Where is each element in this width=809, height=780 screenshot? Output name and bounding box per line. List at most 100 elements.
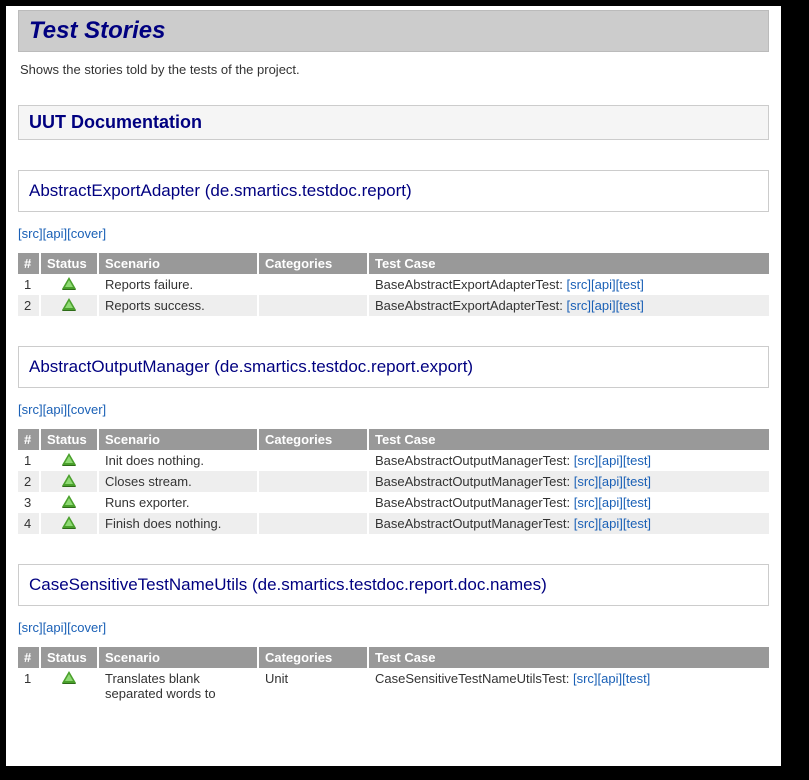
- header-status: Status: [40, 647, 98, 668]
- table-row: 3 Runs exporter. BaseAbstractOutputManager…: [18, 492, 769, 513]
- api-link[interactable]: [api]: [43, 620, 68, 635]
- row-scenario: Closes stream.: [98, 471, 258, 492]
- src-link[interactable]: [src]: [574, 516, 599, 531]
- src-link[interactable]: [src]: [574, 495, 599, 510]
- test-link[interactable]: [test]: [622, 671, 650, 686]
- row-categories: [258, 471, 368, 492]
- header-num: #: [18, 647, 40, 668]
- uut-section: AbstractExportAdapter (de.smartics.testd…: [18, 170, 769, 316]
- table-row: 1Translates blank separated words toUnit…: [18, 668, 769, 704]
- uut-title: CaseSensitiveTestNameUtils (de.smartics.…: [18, 564, 769, 606]
- src-link[interactable]: [src]: [18, 620, 43, 635]
- test-link[interactable]: [test]: [616, 298, 644, 313]
- src-link[interactable]: [src]: [18, 226, 43, 241]
- api-link[interactable]: [api]: [598, 671, 623, 686]
- api-link[interactable]: [api]: [598, 474, 623, 489]
- src-link[interactable]: [src]: [18, 402, 43, 417]
- table-row: 1 Init does nothing. BaseAbstractOutputMan…: [18, 450, 769, 471]
- row-testcase: BaseAbstractExportAdapterTest: [src][api…: [368, 295, 769, 316]
- row-number: 2: [18, 295, 40, 316]
- uut-title: AbstractExportAdapter (de.smartics.testd…: [18, 170, 769, 212]
- test-link[interactable]: [test]: [623, 495, 651, 510]
- row-categories: [258, 450, 368, 471]
- row-testcase: BaseAbstractExportAdapterTest: [src][api…: [368, 274, 769, 295]
- row-testcase: BaseAbstractOutputManagerTest: [src][api…: [368, 492, 769, 513]
- row-number: 1: [18, 450, 40, 471]
- cover-link[interactable]: [cover]: [67, 226, 106, 241]
- api-link[interactable]: [api]: [598, 453, 623, 468]
- header-status: Status: [40, 253, 98, 274]
- cover-link[interactable]: [cover]: [67, 402, 106, 417]
- row-categories: Unit: [258, 668, 368, 704]
- header-categories: Categories: [258, 647, 368, 668]
- testcase-name: BaseAbstractOutputManagerTest:: [375, 516, 574, 531]
- intro-text: Shows the stories told by the tests of t…: [20, 62, 767, 77]
- row-testcase: BaseAbstractOutputManagerTest: [src][api…: [368, 450, 769, 471]
- testcase-name: CaseSensitiveTestNameUtilsTest:: [375, 671, 573, 686]
- header-categories: Categories: [258, 429, 368, 450]
- testcase-name: BaseAbstractExportAdapterTest:: [375, 298, 566, 313]
- row-status: [40, 668, 98, 704]
- api-link[interactable]: [api]: [591, 277, 616, 292]
- header-testcase: Test Case: [368, 429, 769, 450]
- header-num: #: [18, 429, 40, 450]
- pass-icon: [62, 298, 76, 310]
- src-link[interactable]: [src]: [573, 671, 598, 686]
- pass-icon: [62, 277, 76, 289]
- api-link[interactable]: [api]: [591, 298, 616, 313]
- row-scenario: Runs exporter.: [98, 492, 258, 513]
- row-categories: [258, 513, 368, 534]
- header-scenario: Scenario: [98, 429, 258, 450]
- uut-section: AbstractOutputManager (de.smartics.testd…: [18, 346, 769, 534]
- row-testcase: BaseAbstractOutputManagerTest: [src][api…: [368, 471, 769, 492]
- pass-icon: [62, 495, 76, 507]
- row-categories: [258, 295, 368, 316]
- pass-icon: [62, 453, 76, 465]
- header-testcase: Test Case: [368, 647, 769, 668]
- row-scenario: Translates blank separated words to: [98, 668, 258, 704]
- src-link[interactable]: [src]: [566, 298, 591, 313]
- row-number: 2: [18, 471, 40, 492]
- src-link[interactable]: [src]: [566, 277, 591, 292]
- row-scenario: Reports success.: [98, 295, 258, 316]
- testcase-name: BaseAbstractExportAdapterTest:: [375, 277, 566, 292]
- row-testcase: BaseAbstractOutputManagerTest: [src][api…: [368, 513, 769, 534]
- pass-icon: [62, 671, 76, 683]
- row-number: 4: [18, 513, 40, 534]
- testcase-name: BaseAbstractOutputManagerTest:: [375, 453, 574, 468]
- uut-title: AbstractOutputManager (de.smartics.testd…: [18, 346, 769, 388]
- src-link[interactable]: [src]: [574, 474, 599, 489]
- row-number: 3: [18, 492, 40, 513]
- testcase-name: BaseAbstractOutputManagerTest:: [375, 495, 574, 510]
- test-link[interactable]: [test]: [623, 453, 651, 468]
- header-scenario: Scenario: [98, 647, 258, 668]
- api-link[interactable]: [api]: [598, 495, 623, 510]
- table-row: 1 Reports failure. BaseAbstractExportAdapt…: [18, 274, 769, 295]
- header-categories: Categories: [258, 253, 368, 274]
- test-link[interactable]: [test]: [623, 516, 651, 531]
- row-status: [40, 471, 98, 492]
- api-link[interactable]: [api]: [43, 402, 68, 417]
- cover-link[interactable]: [cover]: [67, 620, 106, 635]
- uut-link-row: [src][api][cover]: [18, 620, 769, 635]
- row-status: [40, 274, 98, 295]
- page-container: Test Stories Shows the stories told by t…: [6, 6, 781, 766]
- header-status: Status: [40, 429, 98, 450]
- page-title: Test Stories: [18, 10, 769, 52]
- test-link[interactable]: [test]: [623, 474, 651, 489]
- src-link[interactable]: [src]: [574, 453, 599, 468]
- row-scenario: Finish does nothing.: [98, 513, 258, 534]
- row-status: [40, 295, 98, 316]
- api-link[interactable]: [api]: [598, 516, 623, 531]
- header-num: #: [18, 253, 40, 274]
- row-status: [40, 450, 98, 471]
- test-link[interactable]: [test]: [616, 277, 644, 292]
- row-testcase: CaseSensitiveTestNameUtilsTest: [src][ap…: [368, 668, 769, 704]
- row-number: 1: [18, 274, 40, 295]
- pass-icon: [62, 474, 76, 486]
- row-scenario: Reports failure.: [98, 274, 258, 295]
- row-scenario: Init does nothing.: [98, 450, 258, 471]
- api-link[interactable]: [api]: [43, 226, 68, 241]
- uut-link-row: [src][api][cover]: [18, 226, 769, 241]
- scenario-table: #StatusScenarioCategoriesTest Case1Repor…: [18, 253, 769, 316]
